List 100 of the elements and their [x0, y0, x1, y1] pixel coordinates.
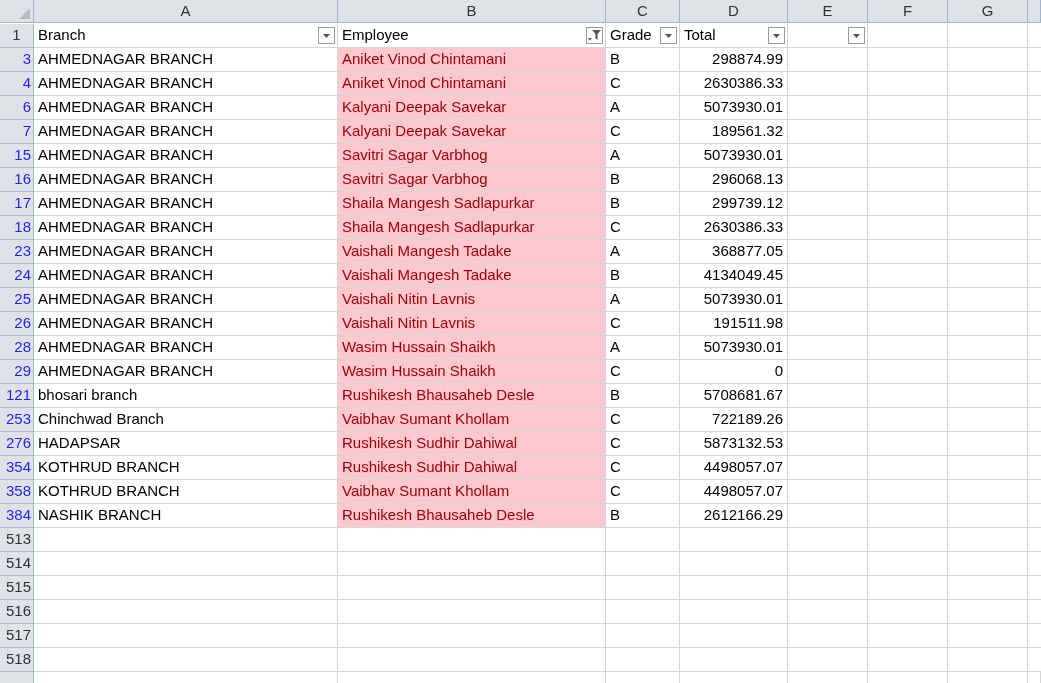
table-cell: 5873132.53	[680, 432, 788, 456]
table-cell: C	[606, 312, 680, 336]
table-cell: HADAPSAR	[34, 432, 338, 456]
row-header[interactable]: 24	[0, 264, 34, 288]
table-cell: AHMEDNAGAR BRANCH	[34, 288, 338, 312]
header-cell-text: Grade	[610, 25, 652, 46]
table-cell: 189561.32	[680, 120, 788, 144]
row-header[interactable]: 514	[0, 552, 34, 576]
table-cell: KOTHRUD BRANCH	[34, 480, 338, 504]
table-cell: AHMEDNAGAR BRANCH	[34, 168, 338, 192]
table-cell: 2612166.29	[680, 504, 788, 528]
row-header[interactable]: 26	[0, 312, 34, 336]
row-header[interactable]: 384	[0, 504, 34, 528]
row-header[interactable]: 121	[0, 384, 34, 408]
table-cell: 2630386.33	[680, 216, 788, 240]
row-header[interactable]: 18	[0, 216, 34, 240]
column-header[interactable]: B	[338, 0, 606, 23]
row-header[interactable]: 253	[0, 408, 34, 432]
header-cell-text: Employee	[342, 25, 409, 46]
column-header[interactable]: C	[606, 0, 680, 23]
row-header[interactable]: 513	[0, 528, 34, 552]
caret-icon	[853, 33, 860, 38]
corner-triangle-icon	[19, 8, 30, 19]
table-cell: AHMEDNAGAR BRANCH	[34, 120, 338, 144]
table-cell: AHMEDNAGAR BRANCH	[34, 48, 338, 72]
table-cell: C	[606, 408, 680, 432]
filter-dropdown-button[interactable]	[848, 27, 865, 44]
row-header[interactable]: 276	[0, 432, 34, 456]
table-cell: B	[606, 384, 680, 408]
table-cell: Rushikesh Bhausaheb Desle	[338, 384, 606, 408]
table-cell: A	[606, 336, 680, 360]
row-header[interactable]: 4	[0, 72, 34, 96]
row-header[interactable]: 23	[0, 240, 34, 264]
row-header[interactable]: 25	[0, 288, 34, 312]
table-cell: AHMEDNAGAR BRANCH	[34, 192, 338, 216]
header-cell-text: Total	[684, 25, 716, 46]
row-header[interactable]: 16	[0, 168, 34, 192]
table-cell: Kalyani Deepak Savekar	[338, 120, 606, 144]
table-cell: AHMEDNAGAR BRANCH	[34, 216, 338, 240]
table-cell: AHMEDNAGAR BRANCH	[34, 336, 338, 360]
table-cell: Vaishali Nitin Lavnis	[338, 312, 606, 336]
column-header-strip	[1028, 0, 1041, 23]
row-header[interactable]: 28	[0, 336, 34, 360]
column-header[interactable]: G	[948, 0, 1028, 23]
table-cell: Rushikesh Sudhir Dahiwal	[338, 432, 606, 456]
row-header[interactable]: 3	[0, 48, 34, 72]
table-cell: Kalyani Deepak Savekar	[338, 96, 606, 120]
table-cell: C	[606, 432, 680, 456]
table-cell: Wasim Hussain Shaikh	[338, 336, 606, 360]
table-cell: 368877.05	[680, 240, 788, 264]
table-cell: Vaishali Mangesh Tadake	[338, 264, 606, 288]
table-cell: C	[606, 72, 680, 96]
filter-active-button[interactable]	[586, 27, 603, 44]
row-header[interactable]: 1	[0, 24, 34, 48]
table-cell: 2630386.33	[680, 72, 788, 96]
table-cell: Shaila Mangesh Sadlapurkar	[338, 216, 606, 240]
table-cell: AHMEDNAGAR BRANCH	[34, 72, 338, 96]
table-cell: B	[606, 48, 680, 72]
column-header[interactable]: D	[680, 0, 788, 23]
table-cell: AHMEDNAGAR BRANCH	[34, 144, 338, 168]
column-header[interactable]: F	[868, 0, 948, 23]
row-header[interactable]: 6	[0, 96, 34, 120]
row-header[interactable]: 516	[0, 600, 34, 624]
row-header[interactable]: 7	[0, 120, 34, 144]
column-header[interactable]: E	[788, 0, 868, 23]
table-cell: Chinchwad Branch	[34, 408, 338, 432]
table-cell: 5073930.01	[680, 144, 788, 168]
row-header[interactable]: 517	[0, 624, 34, 648]
row-header[interactable]: 29	[0, 360, 34, 384]
table-cell: AHMEDNAGAR BRANCH	[34, 360, 338, 384]
table-cell: Aniket Vinod Chintamani	[338, 48, 606, 72]
filter-dropdown-button[interactable]	[318, 27, 335, 44]
funnel-icon	[588, 30, 601, 41]
table-cell: B	[606, 192, 680, 216]
table-cell: Vaibhav Sumant Khollam	[338, 480, 606, 504]
row-header[interactable]: 518	[0, 648, 34, 672]
row-header[interactable]: 358	[0, 480, 34, 504]
table-cell: 5073930.01	[680, 288, 788, 312]
table-cell: 4498057.07	[680, 456, 788, 480]
table-cell: A	[606, 144, 680, 168]
row-header[interactable]: 354	[0, 456, 34, 480]
table-cell: 4498057.07	[680, 480, 788, 504]
table-cell: 722189.26	[680, 408, 788, 432]
caret-icon	[773, 33, 780, 38]
table-cell: Wasim Hussain Shaikh	[338, 360, 606, 384]
table-cell: A	[606, 96, 680, 120]
filter-dropdown-button[interactable]	[660, 27, 677, 44]
row-header[interactable]: 17	[0, 192, 34, 216]
caret-icon	[323, 33, 330, 38]
table-cell: Savitri Sagar Varbhog	[338, 168, 606, 192]
table-cell: 5708681.67	[680, 384, 788, 408]
table-cell: C	[606, 120, 680, 144]
table-cell: A	[606, 240, 680, 264]
table-cell: 299739.12	[680, 192, 788, 216]
table-cell: KOTHRUD BRANCH	[34, 456, 338, 480]
row-header[interactable]: 515	[0, 576, 34, 600]
table-cell: NASHIK BRANCH	[34, 504, 338, 528]
row-header[interactable]: 15	[0, 144, 34, 168]
filter-dropdown-button[interactable]	[768, 27, 785, 44]
column-header[interactable]: A	[34, 0, 338, 23]
